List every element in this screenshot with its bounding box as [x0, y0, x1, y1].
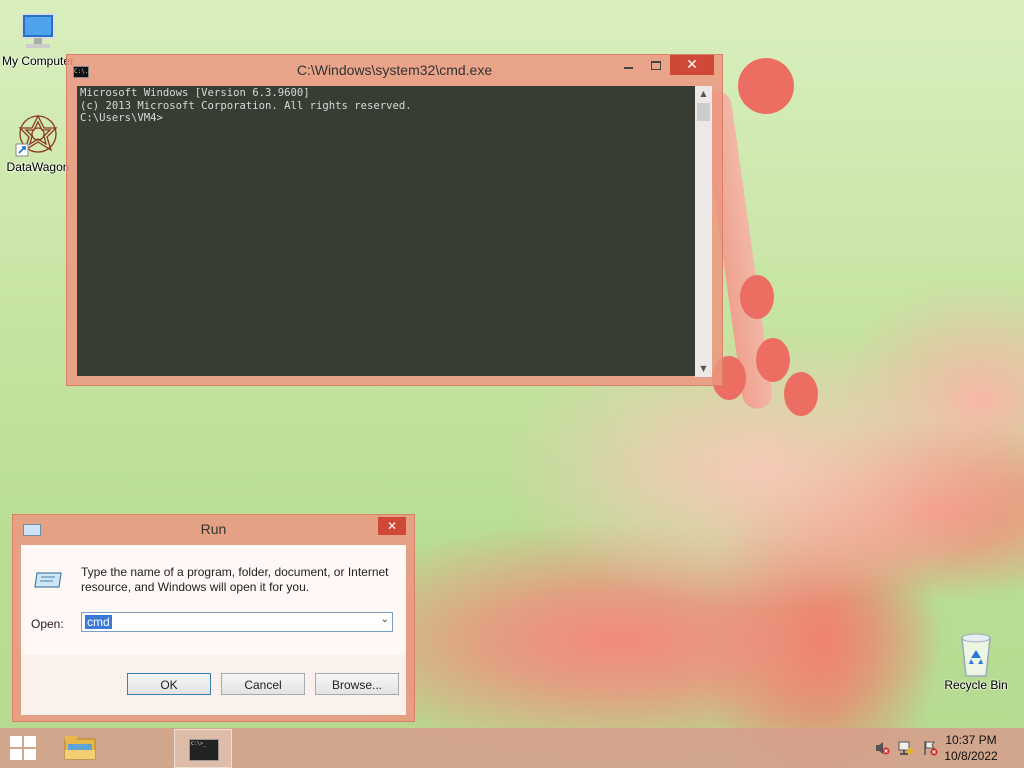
- run-program-icon: [34, 572, 62, 588]
- cancel-button[interactable]: Cancel: [221, 673, 305, 695]
- wallpaper-stamen: [738, 58, 794, 114]
- console-line: (c) 2013 Microsoft Corporation. All righ…: [80, 99, 412, 112]
- run-description: Type the name of a program, folder, docu…: [81, 565, 389, 594]
- cmd-console-output[interactable]: Microsoft Windows [Version 6.3.9600] (c) …: [77, 86, 695, 376]
- close-icon: ✕: [686, 57, 698, 73]
- desktop-icon-datawagon[interactable]: DataWagon: [0, 112, 76, 174]
- maximize-icon: [651, 60, 661, 70]
- windows-logo-icon: [24, 736, 36, 747]
- cmd-window-controls: ✕: [614, 55, 714, 75]
- datawagon-icon: [15, 114, 58, 157]
- console-line: Microsoft Windows [Version 6.3.9600]: [80, 87, 310, 99]
- open-input[interactable]: cmd: [85, 615, 112, 629]
- start-button[interactable]: [10, 736, 36, 760]
- desktop-icon-label: My Computer: [1, 54, 75, 68]
- desktop-icon-label: DataWagon: [6, 160, 70, 174]
- run-close-button[interactable]: ✕: [378, 517, 406, 535]
- cmd-window[interactable]: C:\. C:\Windows\system32\cmd.exe ✕ Micro…: [66, 54, 723, 386]
- open-combobox[interactable]: cmd ⌄: [81, 612, 393, 632]
- close-button[interactable]: ✕: [670, 55, 714, 75]
- wallpaper-stamen: [756, 338, 790, 382]
- scroll-down-icon[interactable]: ▼: [695, 361, 712, 377]
- taskbar: C:\>_ 10:37 PM 10/8/2022: [0, 728, 1024, 768]
- computer-icon: [21, 13, 55, 48]
- maximize-button[interactable]: [642, 55, 670, 75]
- cmd-taskbar-button[interactable]: C:\>_: [174, 729, 232, 768]
- run-dialog-body: Type the name of a program, folder, docu…: [21, 545, 406, 715]
- recycle-bin-icon: [961, 633, 991, 677]
- run-dialog[interactable]: Run ✕ Type the name of a program, folder…: [12, 514, 415, 722]
- run-dialog-content: Type the name of a program, folder, docu…: [21, 545, 406, 655]
- run-dialog-title: Run: [200, 521, 227, 537]
- taskbar-clock[interactable]: 10:37 PM 10/8/2022: [936, 732, 1006, 764]
- file-explorer-taskbar-button[interactable]: [62, 734, 98, 762]
- open-label: Open:: [31, 617, 64, 631]
- speaker-muted-icon[interactable]: [874, 740, 890, 756]
- cmd-taskbar-icon: C:\>_: [189, 739, 219, 761]
- wallpaper-stamen: [740, 275, 774, 319]
- chevron-down-icon[interactable]: ⌄: [381, 614, 389, 625]
- clock-time: 10:37 PM: [945, 733, 997, 747]
- minimize-icon: [623, 67, 633, 69]
- scroll-up-icon[interactable]: ▲: [695, 86, 712, 102]
- close-icon: ✕: [386, 519, 398, 533]
- console-prompt: C:\Users\VM4>: [80, 112, 163, 124]
- windows-logo-icon: [10, 749, 22, 760]
- desktop-icon-label: Recycle Bin: [944, 678, 1008, 692]
- minimize-button[interactable]: [614, 55, 642, 75]
- network-icon[interactable]: [898, 740, 914, 756]
- desktop-icon-my-computer[interactable]: My Computer: [0, 10, 76, 68]
- scrollbar-thumb[interactable]: [697, 103, 710, 121]
- browse-button[interactable]: Browse...: [315, 673, 399, 695]
- cmd-vertical-scrollbar[interactable]: ▲ ▼: [695, 86, 712, 377]
- ok-button[interactable]: OK: [127, 673, 211, 695]
- clock-date: 10/8/2022: [944, 749, 998, 763]
- wallpaper-stamen: [784, 372, 818, 416]
- windows-logo-icon: [10, 736, 22, 747]
- desktop-icon-recycle-bin[interactable]: Recycle Bin: [938, 630, 1014, 692]
- windows-logo-icon: [24, 749, 36, 760]
